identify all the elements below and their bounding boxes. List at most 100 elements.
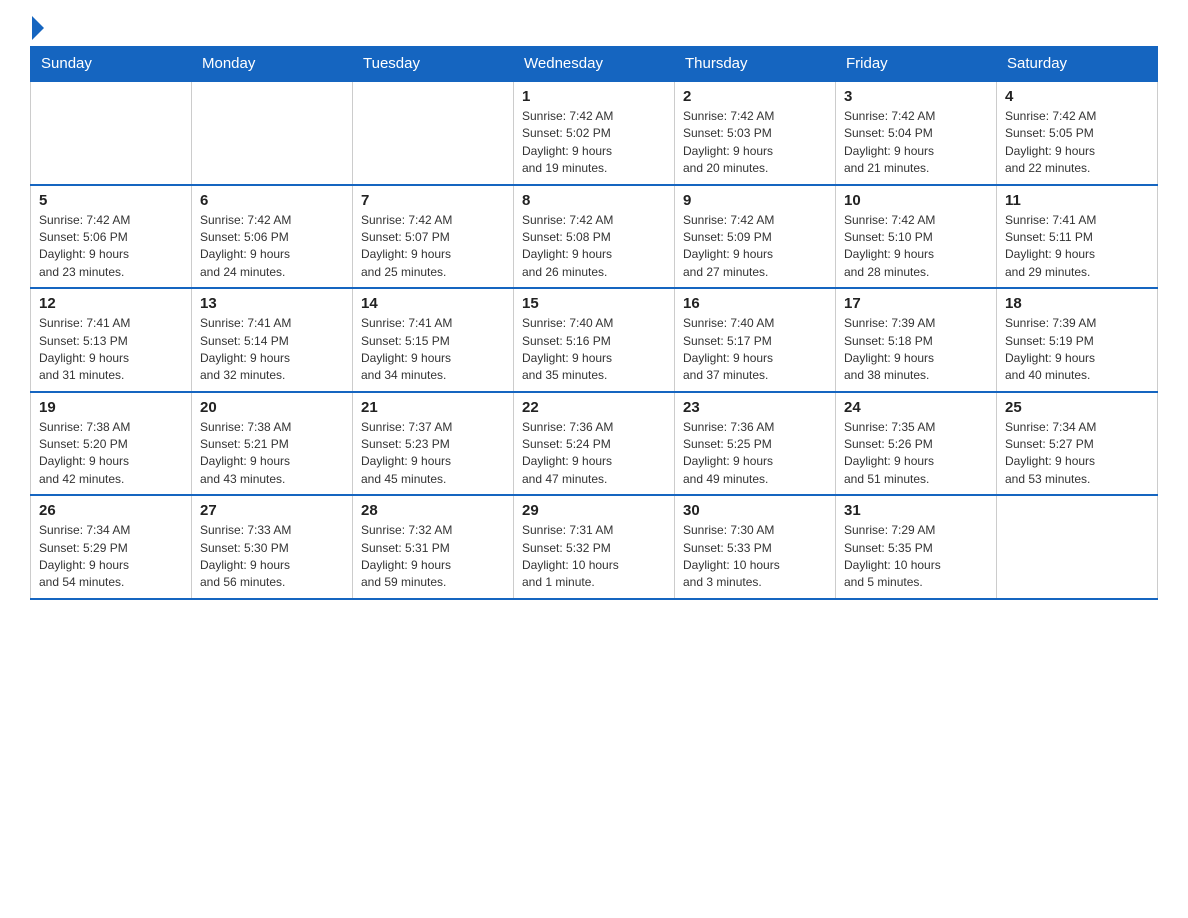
calendar-week-row: 1 Sunrise: 7:42 AM Sunset: 5:02 PM Daylig…: [31, 81, 1158, 185]
day-info: Sunrise: 7:42 AM Sunset: 5:08 PM Dayligh…: [522, 212, 666, 282]
calendar-cell: 3Sunrise: 7:42 AM Sunset: 5:04 PM Daylig…: [836, 81, 997, 185]
day-number: 13: [200, 295, 344, 312]
day-info: Sunrise: 7:41 AM Sunset: 5:15 PM Dayligh…: [361, 315, 505, 385]
day-info: Sunrise: 7:41 AM Sunset: 5:14 PM Dayligh…: [200, 315, 344, 385]
calendar-cell: 24 Sunrise: 7:35 AM Sunset: 5:26 PM Dayli…: [836, 392, 997, 496]
day-info: Sunrise: 7:38 AM Sunset: 5:20 PM Dayligh…: [39, 419, 183, 489]
day-number: 21: [361, 399, 505, 416]
day-number: 1: [522, 88, 666, 105]
day-info: Sunrise: 7:33 AM Sunset: 5:30 PM Dayligh…: [200, 522, 344, 592]
calendar-cell: 9 Sunrise: 7:42 AM Sunset: 5:09 PM Daylig…: [675, 185, 836, 289]
calendar-cell: 14 Sunrise: 7:41 AM Sunset: 5:15 PM Dayli…: [353, 288, 514, 392]
day-info: Sunrise: 7:34 AM Sunset: 5:29 PM Dayligh…: [39, 522, 183, 592]
day-info: Sunrise: 7:42 AM Sunset: 5:07 PM Dayligh…: [361, 212, 505, 282]
calendar-cell: 4Sunrise: 7:42 AM Sunset: 5:05 PM Daylig…: [997, 81, 1158, 185]
calendar-cell: 21Sunrise: 7:37 AM Sunset: 5:23 PM Dayli…: [353, 392, 514, 496]
calendar-cell: 27 Sunrise: 7:33 AM Sunset: 5:30 PM Dayli…: [192, 495, 353, 599]
day-number: 2: [683, 88, 827, 105]
calendar-cell: 29 Sunrise: 7:31 AM Sunset: 5:32 PM Dayli…: [514, 495, 675, 599]
day-number: 14: [361, 295, 505, 312]
day-number: 20: [200, 399, 344, 416]
calendar-cell: 25 Sunrise: 7:34 AM Sunset: 5:27 PM Dayli…: [997, 392, 1158, 496]
day-info: Sunrise: 7:42 AM Sunset: 5:04 PM Dayligh…: [844, 108, 988, 178]
day-info: Sunrise: 7:41 AM Sunset: 5:13 PM Dayligh…: [39, 315, 183, 385]
logo: [30, 20, 44, 36]
day-number: 16: [683, 295, 827, 312]
day-info: Sunrise: 7:39 AM Sunset: 5:19 PM Dayligh…: [1005, 315, 1149, 385]
day-number: 6: [200, 192, 344, 209]
calendar-cell: 18 Sunrise: 7:39 AM Sunset: 5:19 PM Dayli…: [997, 288, 1158, 392]
day-number: 15: [522, 295, 666, 312]
day-number: 31: [844, 502, 988, 519]
day-info: Sunrise: 7:32 AM Sunset: 5:31 PM Dayligh…: [361, 522, 505, 592]
day-number: 5: [39, 192, 183, 209]
day-number: 19: [39, 399, 183, 416]
day-info: Sunrise: 7:35 AM Sunset: 5:26 PM Dayligh…: [844, 419, 988, 489]
calendar-cell: 31 Sunrise: 7:29 AM Sunset: 5:35 PM Dayli…: [836, 495, 997, 599]
calendar-cell: [192, 81, 353, 185]
weekday-header-thursday: Thursday: [675, 47, 836, 82]
day-info: Sunrise: 7:36 AM Sunset: 5:25 PM Dayligh…: [683, 419, 827, 489]
day-number: 27: [200, 502, 344, 519]
calendar-table: SundayMondayTuesdayWednesdayThursdayFrid…: [30, 46, 1158, 600]
day-info: Sunrise: 7:42 AM Sunset: 5:10 PM Dayligh…: [844, 212, 988, 282]
calendar-cell: 7 Sunrise: 7:42 AM Sunset: 5:07 PM Daylig…: [353, 185, 514, 289]
day-info: Sunrise: 7:30 AM Sunset: 5:33 PM Dayligh…: [683, 522, 827, 592]
day-info: Sunrise: 7:42 AM Sunset: 5:03 PM Dayligh…: [683, 108, 827, 178]
day-number: 29: [522, 502, 666, 519]
calendar-cell: 10 Sunrise: 7:42 AM Sunset: 5:10 PM Dayli…: [836, 185, 997, 289]
weekday-header-friday: Friday: [836, 47, 997, 82]
day-number: 23: [683, 399, 827, 416]
calendar-cell: 26 Sunrise: 7:34 AM Sunset: 5:29 PM Dayli…: [31, 495, 192, 599]
calendar-week-row: 5 Sunrise: 7:42 AM Sunset: 5:06 PM Daylig…: [31, 185, 1158, 289]
day-info: Sunrise: 7:41 AM Sunset: 5:11 PM Dayligh…: [1005, 212, 1149, 282]
day-info: Sunrise: 7:42 AM Sunset: 5:02 PM Dayligh…: [522, 108, 666, 178]
day-number: 30: [683, 502, 827, 519]
calendar-cell: 8Sunrise: 7:42 AM Sunset: 5:08 PM Daylig…: [514, 185, 675, 289]
weekday-header-saturday: Saturday: [997, 47, 1158, 82]
weekday-header-sunday: Sunday: [31, 47, 192, 82]
day-info: Sunrise: 7:42 AM Sunset: 5:06 PM Dayligh…: [39, 212, 183, 282]
calendar-cell: 11 Sunrise: 7:41 AM Sunset: 5:11 PM Dayli…: [997, 185, 1158, 289]
day-info: Sunrise: 7:42 AM Sunset: 5:09 PM Dayligh…: [683, 212, 827, 282]
calendar-week-row: 12Sunrise: 7:41 AM Sunset: 5:13 PM Dayli…: [31, 288, 1158, 392]
calendar-cell: 20 Sunrise: 7:38 AM Sunset: 5:21 PM Dayli…: [192, 392, 353, 496]
day-info: Sunrise: 7:29 AM Sunset: 5:35 PM Dayligh…: [844, 522, 988, 592]
day-number: 9: [683, 192, 827, 209]
weekday-header-tuesday: Tuesday: [353, 47, 514, 82]
day-number: 28: [361, 502, 505, 519]
calendar-cell: 5 Sunrise: 7:42 AM Sunset: 5:06 PM Daylig…: [31, 185, 192, 289]
day-info: Sunrise: 7:34 AM Sunset: 5:27 PM Dayligh…: [1005, 419, 1149, 489]
calendar-cell: 30 Sunrise: 7:30 AM Sunset: 5:33 PM Dayli…: [675, 495, 836, 599]
calendar-cell: 28 Sunrise: 7:32 AM Sunset: 5:31 PM Dayli…: [353, 495, 514, 599]
day-number: 24: [844, 399, 988, 416]
day-info: Sunrise: 7:39 AM Sunset: 5:18 PM Dayligh…: [844, 315, 988, 385]
calendar-week-row: 26 Sunrise: 7:34 AM Sunset: 5:29 PM Dayli…: [31, 495, 1158, 599]
page-header: [30, 20, 1158, 36]
day-info: Sunrise: 7:42 AM Sunset: 5:06 PM Dayligh…: [200, 212, 344, 282]
day-info: Sunrise: 7:42 AM Sunset: 5:05 PM Dayligh…: [1005, 108, 1149, 178]
calendar-cell: [353, 81, 514, 185]
day-info: Sunrise: 7:31 AM Sunset: 5:32 PM Dayligh…: [522, 522, 666, 592]
calendar-cell: 15Sunrise: 7:40 AM Sunset: 5:16 PM Dayli…: [514, 288, 675, 392]
calendar-week-row: 19 Sunrise: 7:38 AM Sunset: 5:20 PM Dayli…: [31, 392, 1158, 496]
day-number: 11: [1005, 192, 1149, 209]
logo-arrow-icon: [32, 16, 44, 40]
day-info: Sunrise: 7:40 AM Sunset: 5:17 PM Dayligh…: [683, 315, 827, 385]
day-info: Sunrise: 7:38 AM Sunset: 5:21 PM Dayligh…: [200, 419, 344, 489]
calendar-cell: 12Sunrise: 7:41 AM Sunset: 5:13 PM Dayli…: [31, 288, 192, 392]
day-number: 22: [522, 399, 666, 416]
day-number: 17: [844, 295, 988, 312]
day-number: 25: [1005, 399, 1149, 416]
calendar-cell: 19 Sunrise: 7:38 AM Sunset: 5:20 PM Dayli…: [31, 392, 192, 496]
day-number: 10: [844, 192, 988, 209]
day-info: Sunrise: 7:36 AM Sunset: 5:24 PM Dayligh…: [522, 419, 666, 489]
calendar-cell: 22 Sunrise: 7:36 AM Sunset: 5:24 PM Dayli…: [514, 392, 675, 496]
day-number: 7: [361, 192, 505, 209]
calendar-cell: 13 Sunrise: 7:41 AM Sunset: 5:14 PM Dayli…: [192, 288, 353, 392]
weekday-header-wednesday: Wednesday: [514, 47, 675, 82]
calendar-cell: 1 Sunrise: 7:42 AM Sunset: 5:02 PM Daylig…: [514, 81, 675, 185]
day-number: 26: [39, 502, 183, 519]
day-number: 18: [1005, 295, 1149, 312]
calendar-cell: [997, 495, 1158, 599]
